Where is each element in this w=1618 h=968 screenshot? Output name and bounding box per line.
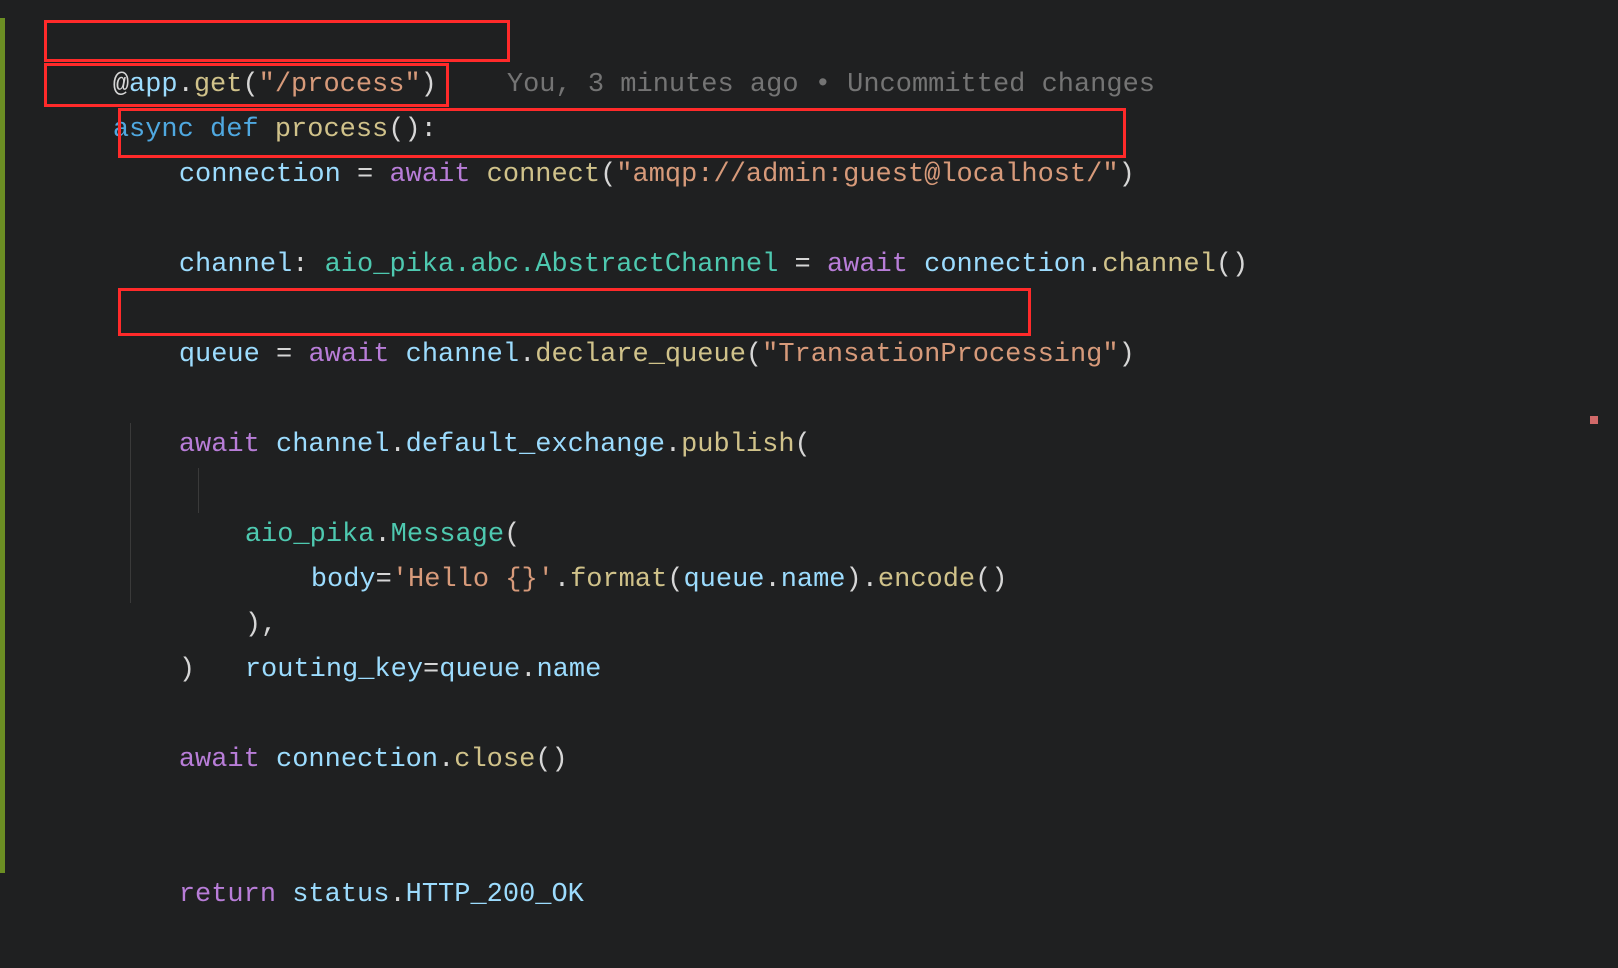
code-line-6[interactable]: await channel.default_exchange.publish( xyxy=(0,378,1618,423)
code-line-blank[interactable] xyxy=(0,333,1618,378)
code-line-1[interactable]: @app.get("/process")You, 3 minutes ago •… xyxy=(0,18,1618,63)
kw-return: return xyxy=(179,880,292,910)
code-line-3[interactable]: connection = await connect("amqp://admin… xyxy=(0,108,1618,153)
code-line-blank[interactable] xyxy=(0,738,1618,783)
code-line-8[interactable]: body='Hello {}'.format(queue.name).encod… xyxy=(0,468,1618,513)
code-line-blank[interactable] xyxy=(0,153,1618,198)
code-line-12[interactable]: await connection.close() xyxy=(0,693,1618,738)
code-line-blank[interactable] xyxy=(0,243,1618,288)
code-line-9[interactable]: ), xyxy=(0,513,1618,558)
code-line-4[interactable]: channel: aio_pika.abc.AbstractChannel = … xyxy=(0,198,1618,243)
code-line-5[interactable]: queue = await channel.declare_queue("Tra… xyxy=(0,288,1618,333)
code-line-11[interactable]: ) xyxy=(0,603,1618,648)
code-line-13[interactable]: return status.HTTP_200_OK xyxy=(0,828,1618,873)
code-line-7[interactable]: aio_pika.Message( xyxy=(0,423,1618,468)
eol-marker-icon xyxy=(1590,416,1598,424)
code-line-blank[interactable] xyxy=(0,783,1618,828)
code-line-2[interactable]: async def process(): xyxy=(0,63,1618,108)
code-line-10[interactable]: routing_key=queue.name xyxy=(0,558,1618,603)
const-http-200: HTTP_200_OK xyxy=(406,880,584,910)
code-editor[interactable]: @app.get("/process")You, 3 minutes ago •… xyxy=(0,0,1618,873)
code-line-blank[interactable] xyxy=(0,648,1618,693)
